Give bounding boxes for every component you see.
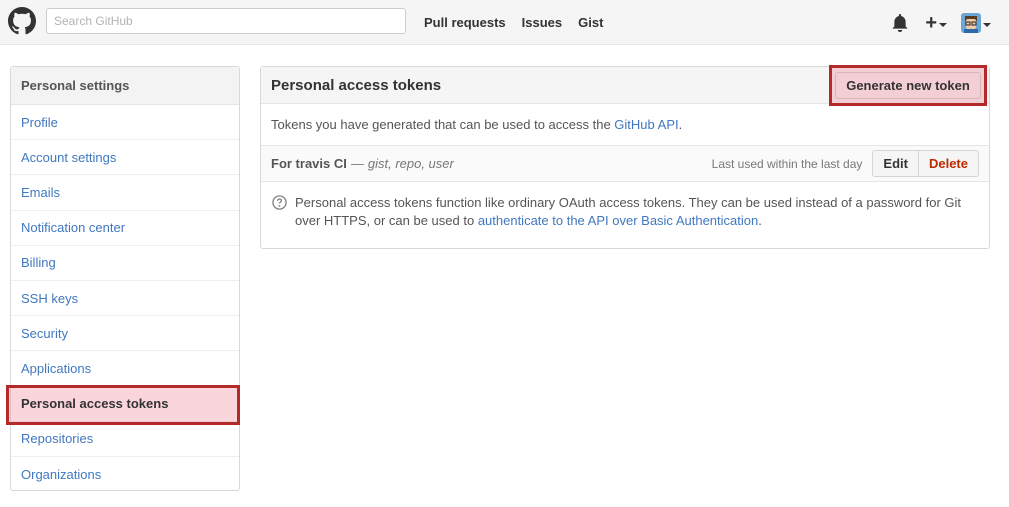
github-logo-icon[interactable]: [8, 7, 36, 35]
settings-sidebar: Personal settings Profile Account settin…: [6, 66, 240, 492]
header-actions: +: [891, 0, 991, 45]
nav-issues[interactable]: Issues: [522, 15, 562, 30]
generate-new-token-button[interactable]: Generate new token: [835, 72, 981, 99]
sidebar-item-personal-access-tokens[interactable]: Personal access tokens: [6, 384, 240, 425]
basic-auth-link[interactable]: authenticate to the API over Basic Authe…: [478, 213, 758, 228]
user-menu-dropdown[interactable]: [961, 12, 991, 33]
sidebar-item-account-settings[interactable]: Account settings: [11, 140, 239, 176]
token-button-group: Edit Delete: [872, 150, 979, 177]
highlight-box: Generate new token: [829, 65, 987, 106]
chevron-down-icon: [983, 22, 991, 27]
sidebar-item-emails[interactable]: Emails: [11, 175, 239, 211]
token-separator: —: [350, 156, 364, 171]
sidebar-item-applications[interactable]: Applications: [11, 351, 239, 387]
sidebar-item-repositories[interactable]: Repositories: [11, 422, 239, 457]
token-scopes: gist, repo, user: [367, 156, 454, 171]
tokens-panel: Personal access tokens Generate new toke…: [260, 65, 990, 249]
sidebar-item-billing[interactable]: Billing: [11, 246, 239, 281]
nav-gist[interactable]: Gist: [578, 15, 603, 30]
notification-bell-icon[interactable]: [891, 13, 909, 32]
token-last-used: Last used within the last day: [711, 156, 863, 171]
search-input[interactable]: [46, 8, 406, 34]
panel-header: Personal access tokens Generate new toke…: [261, 65, 989, 106]
sidebar-item-organizations[interactable]: Organizations: [11, 457, 239, 492]
top-header: Pull requests Issues Gist +: [0, 0, 1009, 45]
tokens-description: Tokens you have generated that can be us…: [261, 104, 989, 146]
page-title: Personal access tokens: [271, 76, 442, 94]
help-text: Personal access tokens function like ord…: [295, 195, 961, 228]
sidebar-item-security[interactable]: Security: [11, 316, 239, 352]
help-suffix: .: [758, 213, 762, 228]
token-actions: Last used within the last day Edit Delet…: [712, 150, 979, 177]
sidebar-item-profile[interactable]: Profile: [11, 105, 239, 141]
sidebar-heading: Personal settings: [11, 67, 239, 105]
edit-token-button[interactable]: Edit: [872, 150, 919, 177]
nav-pull-requests[interactable]: Pull requests: [424, 15, 506, 30]
create-new-dropdown[interactable]: +: [925, 13, 947, 33]
delete-token-button[interactable]: Delete: [918, 150, 979, 177]
description-text: Tokens you have generated that can be us…: [271, 117, 682, 132]
github-api-link[interactable]: GitHub API: [614, 117, 678, 132]
description-suffix: .: [678, 117, 683, 132]
description-prefix: Tokens you have generated that can be us…: [271, 117, 615, 132]
avatar: [961, 12, 981, 33]
plus-icon: +: [925, 11, 937, 34]
question-circle-icon: [272, 195, 287, 210]
help-note: Personal access tokens function like ord…: [261, 182, 989, 230]
header-nav: Pull requests Issues Gist: [424, 0, 619, 45]
sidebar-item-ssh-keys[interactable]: SSH keys: [11, 281, 239, 317]
token-row: For travis CI — gist, repo, user Last us…: [261, 146, 989, 182]
sidebar-item-notification-center[interactable]: Notification center: [11, 211, 239, 246]
token-name: For travis CI: [271, 156, 347, 171]
chevron-down-icon: [939, 22, 947, 27]
